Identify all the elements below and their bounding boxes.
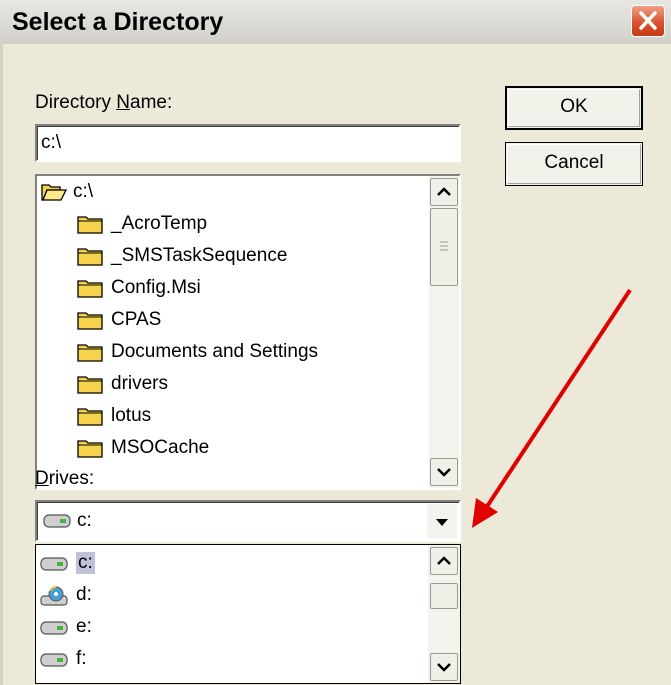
select-directory-dialog: Select a Directory Directory Name: c:\ O…: [0, 0, 671, 685]
annotation-arrow: [472, 288, 632, 528]
